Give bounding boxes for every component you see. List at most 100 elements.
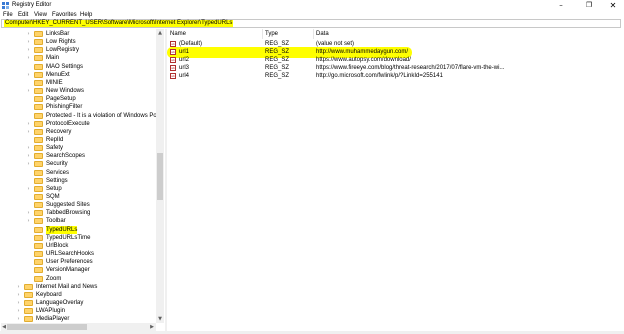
tree-item[interactable]: › Security: [1, 160, 156, 168]
tree-item[interactable]: › TabbedBrowsing: [1, 209, 156, 217]
tree-item[interactable]: › LWAPlugin: [1, 307, 156, 315]
scroll-right-icon[interactable]: ▶: [148, 323, 156, 331]
tree-item[interactable]: › New Windows: [1, 87, 156, 95]
tree-item[interactable]: TypedURLsTime: [1, 234, 156, 242]
tree-item[interactable]: Zoom: [1, 275, 156, 283]
expand-chevron-icon[interactable]: [26, 103, 31, 111]
expand-chevron-icon[interactable]: [26, 201, 31, 209]
expand-chevron-icon[interactable]: ›: [26, 185, 31, 193]
tree-item[interactable]: ReplId: [1, 136, 156, 144]
tree-item[interactable]: VersionManager: [1, 266, 156, 274]
expand-chevron-icon[interactable]: [26, 266, 31, 274]
menu-file[interactable]: File: [3, 12, 13, 19]
expand-chevron-icon[interactable]: [26, 242, 31, 250]
close-button[interactable]: ✕: [600, 0, 624, 11]
tree-item[interactable]: › Keyboard: [1, 291, 156, 299]
expand-chevron-icon[interactable]: ›: [26, 217, 31, 225]
value-row[interactable]: ab url2 REG_SZ https://www.autopsy.com/down…: [167, 56, 622, 64]
menu-help[interactable]: Help: [80, 12, 92, 19]
expand-chevron-icon[interactable]: [26, 79, 31, 87]
expand-chevron-icon[interactable]: ›: [26, 87, 31, 95]
expand-chevron-icon[interactable]: [26, 112, 31, 120]
tree-item[interactable]: MINIE: [1, 79, 156, 87]
column-header-name[interactable]: Name: [170, 31, 186, 38]
tree-item-label: LowRegistry: [46, 47, 80, 54]
column-header-data[interactable]: Data: [316, 31, 329, 38]
tree-item[interactable]: Protected - It is a violation of Windows…: [1, 112, 157, 120]
tree-item[interactable]: › Low Rights: [1, 38, 156, 46]
folder-icon: [34, 185, 43, 192]
menu-edit[interactable]: Edit: [18, 12, 28, 19]
expand-chevron-icon[interactable]: ›: [16, 307, 21, 315]
tree-item[interactable]: › Toolbar: [1, 217, 156, 225]
expand-chevron-icon[interactable]: [26, 63, 31, 71]
tree-item[interactable]: › ProtocolExecute: [1, 120, 156, 128]
expand-chevron-icon[interactable]: [26, 136, 31, 144]
tree-item[interactable]: SQM: [1, 193, 156, 201]
tree-item[interactable]: URLSearchHooks: [1, 250, 156, 258]
tree-item[interactable]: › Setup: [1, 185, 156, 193]
tree-item[interactable]: › SearchScopes: [1, 152, 156, 160]
expand-chevron-icon[interactable]: [26, 226, 31, 234]
tree-item[interactable]: › Internet Mail and News: [1, 283, 156, 291]
expand-chevron-icon[interactable]: ›: [16, 283, 21, 291]
expand-chevron-icon[interactable]: ›: [26, 144, 31, 152]
tree-item[interactable]: › LowRegistry: [1, 46, 156, 54]
expand-chevron-icon[interactable]: ›: [26, 128, 31, 136]
scroll-up-icon[interactable]: ▲: [156, 29, 164, 37]
tree-item[interactable]: › Main: [1, 54, 156, 62]
value-row[interactable]: ab url1 REG_SZ http://www.muhammedaygun.com…: [167, 48, 622, 56]
expand-chevron-icon[interactable]: ›: [16, 291, 21, 299]
expand-chevron-icon[interactable]: [26, 258, 31, 266]
expand-chevron-icon[interactable]: ›: [26, 120, 31, 128]
tree-vertical-scroll-thumb[interactable]: [157, 153, 163, 200]
value-row[interactable]: ab (Default) REG_SZ (value not set): [167, 40, 622, 48]
tree-item[interactable]: PageSetup: [1, 95, 156, 103]
tree-item[interactable]: › LinksBar: [1, 30, 156, 38]
address-path[interactable]: Computer\HKEY_CURRENT_USER\Software\Micr…: [4, 20, 234, 27]
tree-item[interactable]: › MenuExt: [1, 71, 156, 79]
menu-view[interactable]: View: [34, 12, 47, 19]
tree-item[interactable]: UrlBlock: [1, 242, 156, 250]
expand-chevron-icon[interactable]: [26, 250, 31, 258]
expand-chevron-icon[interactable]: ›: [26, 209, 31, 217]
expand-chevron-icon[interactable]: ›: [26, 30, 31, 38]
expand-chevron-icon[interactable]: [26, 169, 31, 177]
column-divider[interactable]: [313, 29, 314, 39]
menu-favorites[interactable]: Favorites: [52, 12, 77, 19]
expand-chevron-icon[interactable]: ›: [26, 152, 31, 160]
key-tree[interactable]: › LinksBar › Low Rights › LowRegistry › Main MAO…: [1, 29, 165, 331]
expand-chevron-icon[interactable]: [26, 275, 31, 283]
values-list[interactable]: Name Type Data ab (Default) REG_SZ (value n…: [167, 29, 622, 331]
tree-item[interactable]: PhishingFilter: [1, 103, 156, 111]
value-row[interactable]: ab url3 REG_SZ https://www.fireeye.com/blog…: [167, 64, 622, 72]
address-bar[interactable]: Computer\HKEY_CURRENT_USER\Software\Micr…: [1, 19, 621, 28]
expand-chevron-icon[interactable]: ›: [26, 54, 31, 62]
tree-item[interactable]: Services: [1, 169, 156, 177]
expand-chevron-icon[interactable]: [26, 177, 31, 185]
column-divider[interactable]: [262, 29, 263, 39]
maximize-button[interactable]: ❐: [576, 0, 602, 11]
expand-chevron-icon[interactable]: ›: [26, 46, 31, 54]
value-row[interactable]: ab url4 REG_SZ http://go.microsoft.com/fwli…: [167, 72, 622, 80]
expand-chevron-icon[interactable]: ›: [26, 38, 31, 46]
expand-chevron-icon[interactable]: [26, 193, 31, 201]
minimize-button[interactable]: –: [548, 0, 574, 11]
tree-item[interactable]: › LanguageOverlay: [1, 299, 156, 307]
tree-horizontal-scroll-thumb[interactable]: [7, 324, 87, 330]
tree-item[interactable]: › Recovery: [1, 128, 156, 136]
scroll-down-icon[interactable]: ▼: [156, 315, 164, 323]
expand-chevron-icon[interactable]: ›: [26, 160, 31, 168]
expand-chevron-icon[interactable]: ›: [26, 71, 31, 79]
column-header-type[interactable]: Type: [265, 31, 278, 38]
title-bar: Registry Editor – ❐ ✕: [0, 0, 624, 11]
expand-chevron-icon[interactable]: [26, 95, 31, 103]
expand-chevron-icon[interactable]: ›: [16, 299, 21, 307]
expand-chevron-icon[interactable]: [26, 234, 31, 242]
tree-item[interactable]: Settings: [1, 177, 156, 185]
tree-item[interactable]: User Preferences: [1, 258, 156, 266]
tree-item[interactable]: MAO Settings: [1, 63, 156, 71]
tree-item[interactable]: TypedURLs: [1, 225, 156, 234]
tree-item[interactable]: Suggested Sites: [1, 201, 156, 209]
tree-item[interactable]: › Safety: [1, 144, 156, 152]
